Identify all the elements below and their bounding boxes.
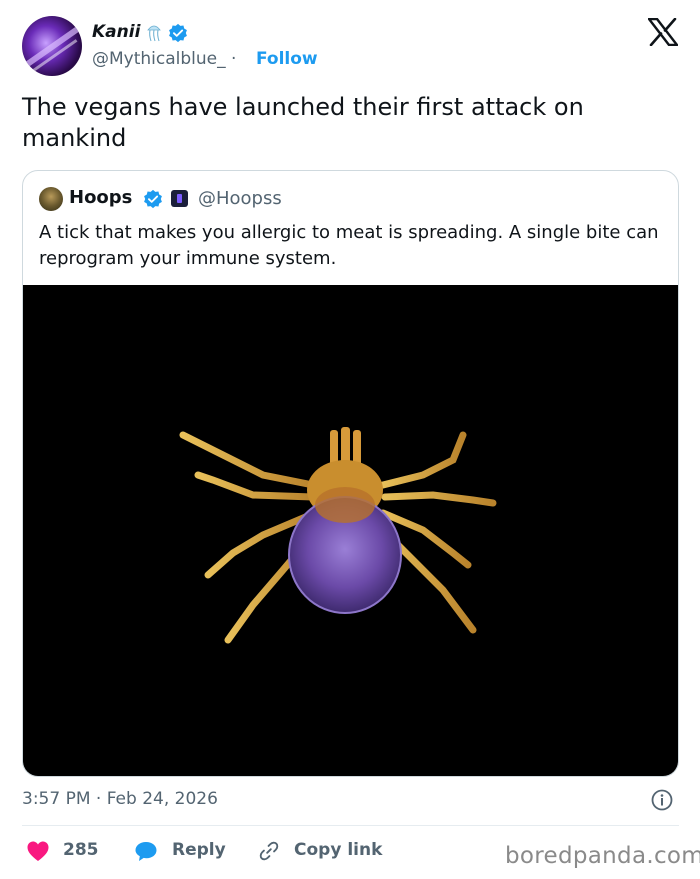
- jellyfish-icon: [147, 25, 161, 42]
- reply-button[interactable]: Reply: [172, 840, 226, 860]
- quoted-tweet-card[interactable]: Hoops @Hoopss A tick that makes you alle…: [22, 170, 679, 777]
- like-heart-icon[interactable]: [26, 840, 50, 862]
- watermark: boredpanda.com: [505, 843, 700, 869]
- follow-button[interactable]: Follow: [256, 49, 318, 69]
- quoted-author-display-name[interactable]: Hoops: [69, 187, 132, 208]
- verified-badge-icon: [144, 189, 162, 209]
- tick-photo[interactable]: [23, 285, 678, 776]
- tweet-text: The vegans have launched their first att…: [22, 93, 584, 152]
- info-icon[interactable]: [651, 789, 673, 811]
- tick-illustration: [179, 427, 497, 644]
- divider: [22, 825, 679, 826]
- quoted-author-handle[interactable]: @Hoopss: [198, 188, 282, 209]
- reply-bubble-icon[interactable]: [134, 840, 158, 862]
- verified-badge-icon: [169, 23, 187, 43]
- author-avatar[interactable]: [22, 16, 82, 76]
- link-icon[interactable]: [257, 840, 281, 862]
- tweet-timestamp[interactable]: 3:57 PM · Feb 24, 2026: [22, 789, 218, 809]
- quoted-author-avatar[interactable]: [39, 187, 63, 211]
- quoted-tweet-text: A tick that makes you allergic to meat i…: [39, 222, 659, 269]
- author-display-name[interactable]: Kanii: [92, 22, 140, 42]
- copy-link-button[interactable]: Copy link: [294, 840, 382, 860]
- x-logo-icon[interactable]: [648, 18, 678, 46]
- like-count[interactable]: 285: [63, 840, 99, 860]
- author-handle[interactable]: @Mythicalblue_ ·: [92, 49, 236, 69]
- affiliate-badge-icon: [171, 190, 188, 207]
